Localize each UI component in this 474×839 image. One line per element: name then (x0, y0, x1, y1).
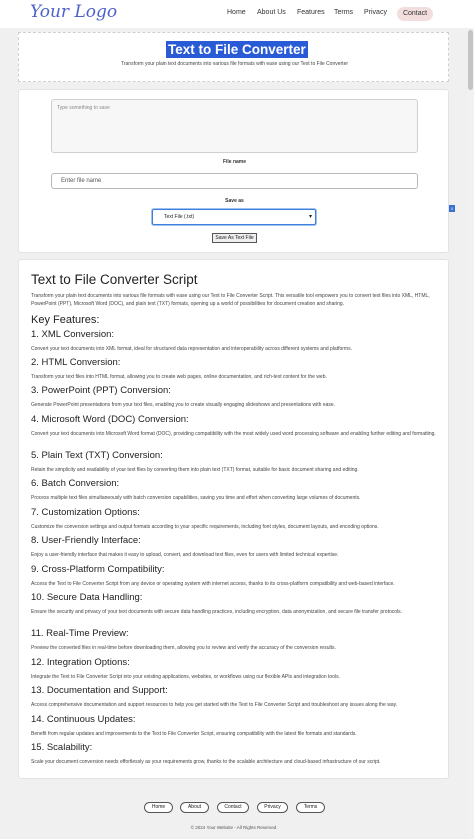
text-input-area[interactable]: Type something to save (51, 99, 418, 153)
feature-item: 8. User-Friendly Interface: Enjoy a user… (31, 535, 439, 559)
article-section: Text to File Converter Script Transform … (18, 259, 449, 779)
nav-contact-button[interactable]: Contact (397, 7, 433, 21)
feature-desc: Ensure the security and privacy of your … (31, 609, 403, 615)
feature-desc: Process multiple text files simultaneous… (31, 495, 361, 501)
article-title: Text to File Converter Script (31, 272, 198, 287)
feature-title: 4. Microsoft Word (DOC) Conversion: (31, 414, 189, 425)
feature-desc: Customize the conversion settings and ou… (31, 524, 379, 530)
hero-section: Text to File Converter Transform your pl… (18, 32, 449, 82)
converter-form: Type something to save File name Enter f… (18, 89, 449, 253)
feature-title: 1. XML Conversion: (31, 329, 115, 340)
site-header: Your Logo Home About Us Features Terms P… (0, 0, 474, 28)
feature-desc: Generate PowerPoint presentations from y… (31, 402, 336, 408)
footer-link-privacy[interactable]: Privacy (257, 802, 288, 813)
feature-item: 15. Scalability: Scale your document con… (31, 742, 439, 766)
feature-title: 6. Batch Conversion: (31, 478, 120, 489)
feature-desc: Scale your document conversion needs eff… (31, 759, 381, 765)
feature-desc: Integrate the Text to File Converter Scr… (31, 674, 340, 680)
feature-desc: Access the Text to File Converter Script… (31, 581, 395, 587)
feature-item: 11. Real-Time Preview: Preview the conve… (31, 628, 439, 652)
feature-desc: Transform your text files into HTML form… (31, 374, 327, 380)
logo[interactable]: Your Logo (30, 2, 117, 22)
feature-item: 5. Plain Text (TXT) Conversion: Retain t… (31, 450, 439, 474)
feature-item: 12. Integration Options: Integrate the T… (31, 657, 439, 681)
nav-privacy[interactable]: Privacy (364, 9, 387, 16)
nav-features[interactable]: Features (297, 9, 325, 16)
feature-item: 3. PowerPoint (PPT) Conversion: Generate… (31, 385, 439, 409)
feature-item: 2. HTML Conversion: Transform your text … (31, 357, 439, 381)
footer-link-about[interactable]: About (180, 802, 209, 813)
page-title: Text to File Converter (166, 41, 308, 58)
feature-title: 5. Plain Text (TXT) Conversion: (31, 450, 163, 461)
scrollbar-thumb[interactable] (468, 30, 473, 90)
feature-desc: Convert your text documents into XML for… (31, 346, 352, 352)
nav-terms[interactable]: Terms (334, 9, 353, 16)
feature-desc: Convert your text documents into Microso… (31, 431, 436, 437)
feature-title: 7. Customization Options: (31, 507, 140, 518)
feature-item: 14. Continuous Updates: Benefit from reg… (31, 714, 439, 738)
feature-title: 9. Cross-Platform Compatibility: (31, 564, 165, 575)
save-as-label: Save as (225, 198, 244, 204)
feature-title: 3. PowerPoint (PPT) Conversion: (31, 385, 171, 396)
feature-title: 11. Real-Time Preview: (31, 628, 129, 639)
feature-desc: Enjoy a user-friendly interface that mak… (31, 552, 339, 558)
footer-link-terms[interactable]: Terms (296, 802, 325, 813)
feature-item: 10. Secure Data Handling: Ensure the sec… (31, 592, 439, 616)
feature-item: 13. Documentation and Support: Access co… (31, 685, 439, 709)
feature-desc: Access comprehensive documentation and s… (31, 702, 398, 708)
feature-title: 12. Integration Options: (31, 657, 130, 668)
feature-desc: Benefit from regular updates and improve… (31, 731, 357, 737)
feature-title: 8. User-Friendly Interface: (31, 535, 141, 546)
page-subtitle: Transform your plain text documents into… (120, 61, 349, 67)
feature-title: 14. Continuous Updates: (31, 714, 136, 725)
footer-link-home[interactable]: Home (144, 802, 173, 813)
feature-title: 13. Documentation and Support: (31, 685, 168, 696)
feature-desc: Preview the converted files in real-time… (31, 645, 336, 651)
key-features-heading: Key Features: (31, 314, 100, 326)
article-intro: Transform your plain text documents into… (31, 293, 430, 307)
feature-item: 7. Customization Options: Customize the … (31, 507, 439, 531)
nav-about-us[interactable]: About Us (257, 9, 286, 16)
format-select-value: Text File (.txt) (164, 214, 195, 220)
feature-item: 9. Cross-Platform Compatibility: Access … (31, 564, 439, 588)
file-name-input[interactable]: Enter file name (51, 173, 418, 189)
footer-link-contact[interactable]: Contact (217, 802, 249, 813)
format-select[interactable]: Text File (.txt) ▾ (152, 209, 316, 225)
save-button[interactable]: Save As Text File (212, 233, 257, 243)
nav-home[interactable]: Home (227, 9, 246, 16)
copyright: © 2024 Your Website - All Rights Reserve… (190, 825, 277, 830)
feature-item: 4. Microsoft Word (DOC) Conversion: Conv… (31, 414, 439, 438)
feature-title: 10. Secure Data Handling: (31, 592, 143, 603)
side-badge[interactable]: 0 (449, 205, 455, 212)
feature-title: 2. HTML Conversion: (31, 357, 121, 368)
page-scrollbar[interactable] (467, 28, 474, 839)
feature-item: 1. XML Conversion: Convert your text doc… (31, 329, 439, 353)
feature-item: 6. Batch Conversion: Process multiple te… (31, 478, 439, 502)
feature-desc: Retain the simplicity and readability of… (31, 467, 359, 473)
chevron-down-icon: ▾ (308, 214, 312, 220)
file-name-label: File name (222, 159, 247, 165)
feature-title: 15. Scalability: (31, 742, 93, 753)
